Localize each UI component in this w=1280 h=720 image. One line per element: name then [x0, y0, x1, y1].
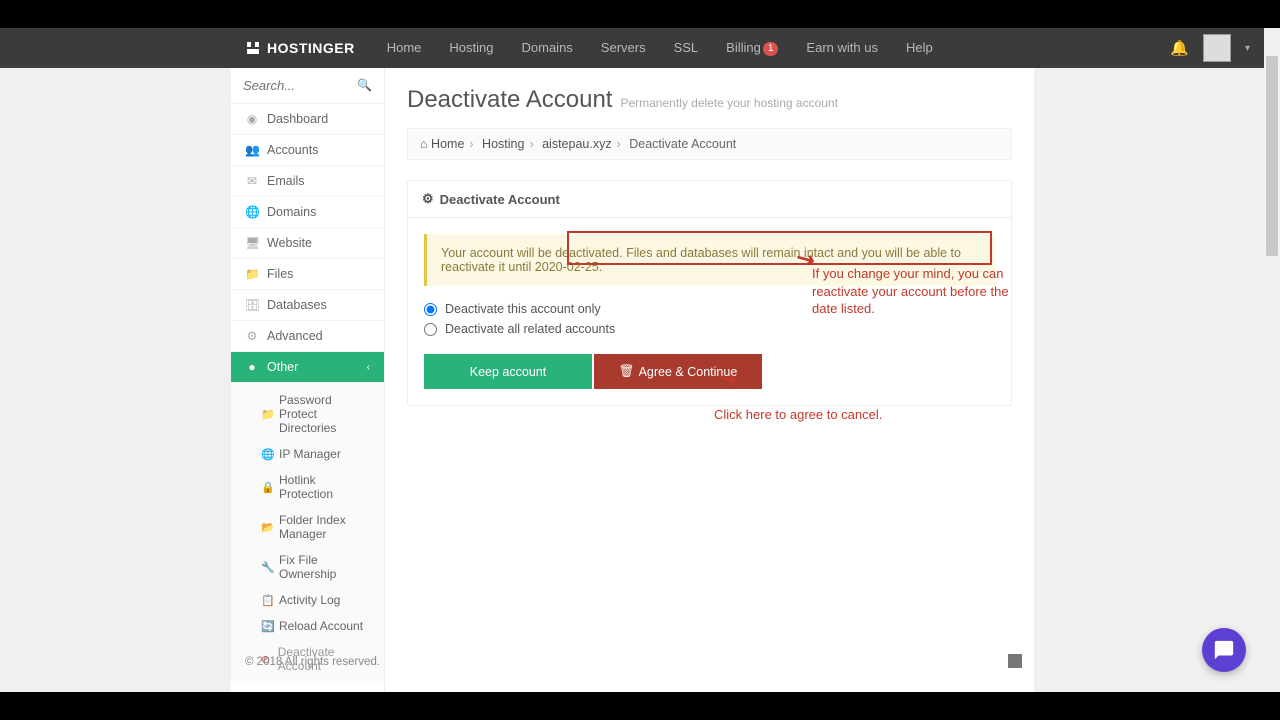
other-icon: ●	[245, 360, 259, 374]
advanced-icon: ⚙	[245, 329, 259, 343]
top-nav: HOSTINGER Home Hosting Domains Servers S…	[231, 28, 1264, 68]
wrench-icon: 🔧	[261, 561, 273, 574]
sliders-icon: ⚙	[422, 191, 434, 207]
nav-hosting[interactable]: Hosting	[437, 34, 505, 62]
website-icon: 🖥	[245, 236, 259, 250]
search-icon: 🔍	[357, 78, 372, 92]
accounts-icon: 👥	[245, 143, 259, 157]
main-content: Deactivate Account Permanently delete yo…	[385, 68, 1034, 692]
notifications-icon[interactable]: 🔔	[1170, 39, 1189, 57]
annotation-text-1: If you change your mind, you can reactiv…	[812, 265, 1022, 318]
sidebar-item-databases[interactable]: 🗄Databases	[231, 290, 384, 321]
nav-domains[interactable]: Domains	[510, 34, 585, 62]
billing-badge: 1	[763, 42, 779, 56]
breadcrumb: ⌂ Home› Hosting› aistepau.xyz› Deactivat…	[407, 128, 1012, 160]
annotation-text-2: Click here to agree to cancel.	[714, 406, 882, 424]
domains-icon: 🌐	[245, 205, 259, 219]
keep-account-button[interactable]: Keep account	[424, 354, 592, 389]
nav-ssl[interactable]: SSL	[662, 34, 711, 62]
brand-text: HOSTINGER	[267, 40, 355, 56]
globe-icon: 🌐	[261, 448, 273, 461]
scroll-top-button[interactable]	[1008, 654, 1022, 668]
panel-heading: Deactivate Account	[440, 192, 560, 207]
sidebar-item-accounts[interactable]: 👥Accounts	[231, 135, 384, 166]
sidebar-item-website[interactable]: 🖥Website	[231, 228, 384, 259]
files-icon: 📁	[245, 267, 259, 281]
crumb-home[interactable]: Home	[431, 137, 464, 151]
sidebar-item-dashboard[interactable]: ◉Dashboard	[231, 104, 384, 135]
folder-icon: 📂	[261, 521, 273, 534]
reload-icon: 🔄	[261, 620, 273, 633]
sub-fix-ownership[interactable]: 🔧Fix File Ownership	[231, 547, 384, 587]
sub-reload[interactable]: 🔄Reload Account	[231, 613, 384, 639]
brand-logo[interactable]: HOSTINGER	[245, 40, 355, 56]
scrollbar[interactable]	[1264, 28, 1280, 692]
home-icon: ⌂	[420, 137, 428, 151]
sidebar-item-advanced[interactable]: ⚙Advanced	[231, 321, 384, 352]
search-input[interactable]	[243, 78, 372, 93]
sidebar-item-other[interactable]: ●Other‹	[231, 352, 384, 383]
radio-all-related[interactable]: Deactivate all related accounts	[424, 322, 995, 336]
sidebar-item-emails[interactable]: ✉Emails	[231, 166, 384, 197]
sidebar-item-domains[interactable]: 🌐Domains	[231, 197, 384, 228]
crumb-domain[interactable]: aistepau.xyz	[542, 137, 611, 151]
sub-ip-manager[interactable]: 🌐IP Manager	[231, 441, 384, 467]
nav-earn[interactable]: Earn with us	[794, 34, 890, 62]
dashboard-icon: ◉	[245, 112, 259, 126]
page-title: Deactivate Account	[407, 86, 612, 114]
chat-widget[interactable]	[1202, 628, 1246, 672]
sidebar-item-files[interactable]: 📁Files	[231, 259, 384, 290]
nav-home[interactable]: Home	[375, 34, 434, 62]
sub-activity-log[interactable]: 📋Activity Log	[231, 587, 384, 613]
sub-folder-index[interactable]: 📂Folder Index Manager	[231, 507, 384, 547]
nav-billing[interactable]: Billing1	[714, 34, 790, 62]
nav-servers[interactable]: Servers	[589, 34, 658, 62]
page-subtitle: Permanently delete your hosting account	[620, 96, 837, 110]
sub-hotlink[interactable]: 🔒Hotlink Protection	[231, 467, 384, 507]
crumb-hosting[interactable]: Hosting	[482, 137, 524, 151]
lock-icon: 🔒	[261, 481, 273, 494]
crumb-current: Deactivate Account	[629, 137, 736, 151]
folder-lock-icon: 📁	[261, 408, 273, 421]
sub-password-protect[interactable]: 📁Password Protect Directories	[231, 387, 384, 441]
chevron-left-icon: ‹	[367, 362, 370, 373]
footer-copyright: © 2018 All rights reserved.	[245, 656, 380, 668]
user-menu-caret[interactable]: ▾	[1245, 43, 1250, 54]
sidebar: 🔍 ◉Dashboard 👥Accounts ✉Emails 🌐Domains …	[231, 68, 385, 692]
nav-help[interactable]: Help	[894, 34, 945, 62]
trash-icon: 🗑	[619, 364, 635, 379]
emails-icon: ✉	[245, 174, 259, 188]
list-icon: 📋	[261, 594, 273, 607]
databases-icon: 🗄	[245, 298, 259, 312]
avatar[interactable]	[1203, 34, 1231, 62]
